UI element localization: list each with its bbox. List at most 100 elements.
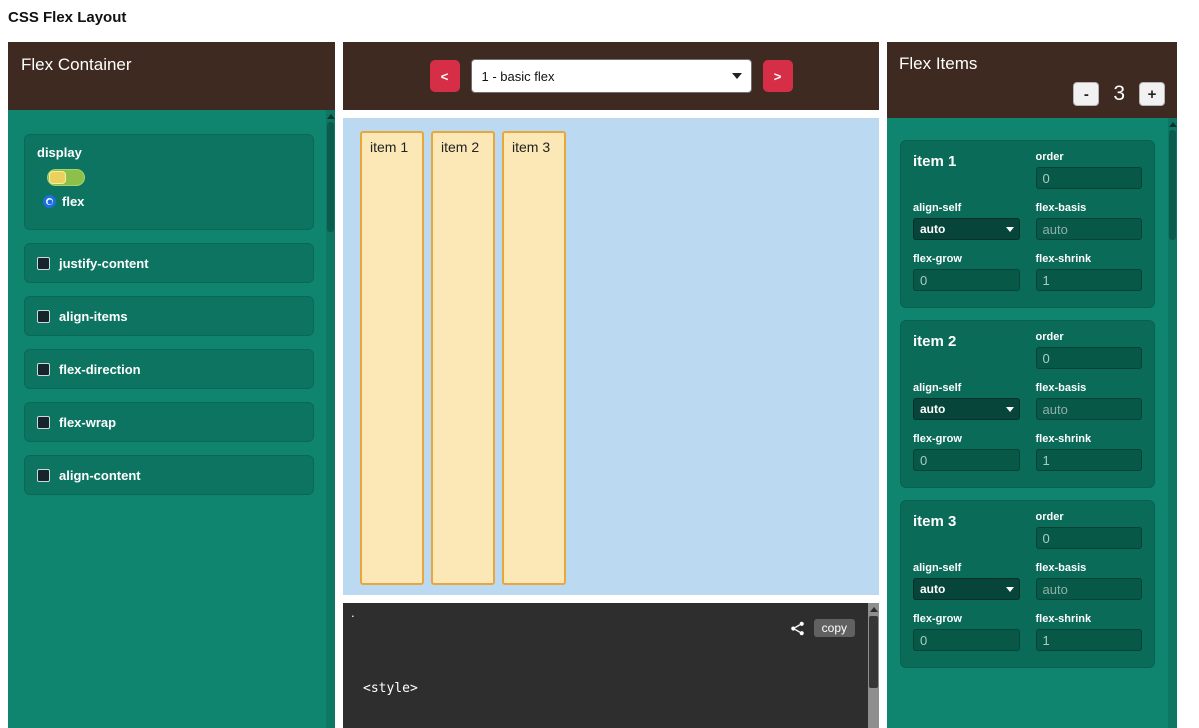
justify-content-checkbox[interactable] bbox=[37, 257, 50, 270]
remove-item-button[interactable]: - bbox=[1073, 82, 1099, 106]
flex-items-body: item 1 order align-self auto flex-basis bbox=[887, 118, 1177, 728]
demo-item-2: item 2 bbox=[431, 131, 495, 585]
page-title: CSS Flex Layout bbox=[8, 9, 126, 26]
justify-content-label: justify-content bbox=[59, 256, 149, 271]
code-scrollbar[interactable] bbox=[868, 603, 879, 728]
flex-wrap-checkbox[interactable] bbox=[37, 416, 50, 429]
flex-container-scrollbar[interactable] bbox=[326, 110, 335, 728]
demo-item-3: item 3 bbox=[502, 131, 566, 585]
share-icon[interactable] bbox=[790, 621, 805, 636]
flex-shrink-input[interactable] bbox=[1036, 629, 1143, 651]
order-input[interactable] bbox=[1036, 347, 1143, 369]
flex-grow-field: flex-grow bbox=[913, 433, 1020, 471]
align-self-select[interactable]: auto bbox=[913, 578, 1020, 600]
add-item-button[interactable]: + bbox=[1139, 82, 1165, 106]
flex-shrink-label: flex-shrink bbox=[1036, 253, 1143, 265]
flex-direction-label: flex-direction bbox=[59, 362, 141, 377]
example-select[interactable]: 1 - basic flex bbox=[471, 59, 752, 93]
order-field: order bbox=[1036, 331, 1143, 369]
scroll-up-icon[interactable] bbox=[1169, 122, 1177, 127]
display-toggle[interactable] bbox=[47, 169, 85, 186]
order-input[interactable] bbox=[1036, 167, 1143, 189]
item-count-controls: - 3 + bbox=[1073, 82, 1165, 106]
section-flex-direction[interactable]: flex-direction bbox=[24, 349, 314, 389]
example-select-wrap: 1 - basic flex bbox=[471, 59, 752, 93]
flex-items-header: Flex Items - 3 + bbox=[887, 42, 1177, 118]
flex-basis-label: flex-basis bbox=[1036, 562, 1143, 574]
align-self-label: align-self bbox=[913, 202, 1020, 214]
flex-basis-input[interactable] bbox=[1036, 218, 1143, 240]
flex-shrink-input[interactable] bbox=[1036, 449, 1143, 471]
order-label: order bbox=[1036, 151, 1143, 163]
section-align-content[interactable]: align-content bbox=[24, 455, 314, 495]
order-input[interactable] bbox=[1036, 527, 1143, 549]
flex-radio-row[interactable]: flex bbox=[43, 194, 301, 209]
flex-shrink-field: flex-shrink bbox=[1036, 253, 1143, 291]
section-align-items[interactable]: align-items bbox=[24, 296, 314, 336]
flex-basis-input[interactable] bbox=[1036, 578, 1143, 600]
scroll-up-icon[interactable] bbox=[870, 607, 878, 612]
flex-wrap-label: flex-wrap bbox=[59, 415, 116, 430]
scrollbar-thumb[interactable] bbox=[1169, 130, 1176, 240]
flex-container-body: display flex justify-content align-items… bbox=[8, 110, 335, 728]
flex-radio[interactable] bbox=[43, 195, 56, 208]
flex-direction-checkbox[interactable] bbox=[37, 363, 50, 376]
align-items-checkbox[interactable] bbox=[37, 310, 50, 323]
flex-shrink-field: flex-shrink bbox=[1036, 433, 1143, 471]
prev-example-button[interactable]: < bbox=[430, 60, 460, 92]
align-self-field: align-self auto bbox=[913, 202, 1020, 240]
order-label: order bbox=[1036, 331, 1143, 343]
item-count: 3 bbox=[1113, 82, 1125, 106]
order-label: order bbox=[1036, 511, 1143, 523]
align-content-label: align-content bbox=[59, 468, 141, 483]
order-field: order bbox=[1036, 151, 1143, 189]
code-line: <style> bbox=[363, 679, 879, 698]
flex-basis-field: flex-basis bbox=[1036, 562, 1143, 600]
flex-container-panel: Flex Container display flex justify-cont… bbox=[8, 42, 335, 728]
example-nav-bar: < 1 - basic flex > bbox=[343, 42, 879, 110]
code-cursor-dot: . bbox=[351, 605, 355, 620]
section-flex-wrap[interactable]: flex-wrap bbox=[24, 402, 314, 442]
scrollbar-thumb[interactable] bbox=[869, 616, 878, 688]
align-content-checkbox[interactable] bbox=[37, 469, 50, 482]
scrollbar-thumb[interactable] bbox=[327, 122, 334, 232]
align-self-field: align-self auto bbox=[913, 562, 1020, 600]
display-section: display flex bbox=[24, 134, 314, 230]
flex-demo-container: item 1 item 2 item 3 bbox=[343, 118, 879, 595]
flex-container-header: Flex Container bbox=[8, 42, 335, 110]
flex-shrink-label: flex-shrink bbox=[1036, 613, 1143, 625]
item-card-3: item 3 order align-self auto flex-basis bbox=[900, 500, 1155, 668]
preview-panel: < 1 - basic flex > item 1 item 2 item 3 … bbox=[343, 42, 879, 728]
copy-button[interactable]: copy bbox=[814, 619, 855, 637]
flex-radio-label: flex bbox=[62, 194, 84, 209]
align-self-select[interactable]: auto bbox=[913, 218, 1020, 240]
section-justify-content[interactable]: justify-content bbox=[24, 243, 314, 283]
flex-shrink-label: flex-shrink bbox=[1036, 433, 1143, 445]
flex-shrink-input[interactable] bbox=[1036, 269, 1143, 291]
item-card-2: item 2 order align-self auto flex-basis bbox=[900, 320, 1155, 488]
flex-items-panel: Flex Items - 3 + item 1 order align-self… bbox=[887, 42, 1177, 728]
flex-grow-label: flex-grow bbox=[913, 253, 1020, 265]
flex-grow-field: flex-grow bbox=[913, 253, 1020, 291]
flex-items-title: Flex Items bbox=[899, 54, 977, 73]
flex-basis-input[interactable] bbox=[1036, 398, 1143, 420]
flex-grow-label: flex-grow bbox=[913, 613, 1020, 625]
align-self-label: align-self bbox=[913, 562, 1020, 574]
flex-grow-input[interactable] bbox=[913, 629, 1020, 651]
flex-basis-field: flex-basis bbox=[1036, 382, 1143, 420]
display-label: display bbox=[37, 145, 301, 160]
flex-basis-label: flex-basis bbox=[1036, 382, 1143, 394]
scroll-up-icon[interactable] bbox=[327, 114, 335, 119]
flex-basis-label: flex-basis bbox=[1036, 202, 1143, 214]
flex-grow-input[interactable] bbox=[913, 269, 1020, 291]
item-card-title: item 3 bbox=[913, 513, 1020, 530]
code-panel: . copy <style> .flex-container { display… bbox=[343, 603, 879, 728]
flex-items-scrollbar[interactable] bbox=[1168, 118, 1177, 728]
order-field: order bbox=[1036, 511, 1143, 549]
item-card-1: item 1 order align-self auto flex-basis bbox=[900, 140, 1155, 308]
flex-basis-field: flex-basis bbox=[1036, 202, 1143, 240]
flex-grow-input[interactable] bbox=[913, 449, 1020, 471]
code-controls: copy bbox=[790, 619, 855, 637]
align-self-select[interactable]: auto bbox=[913, 398, 1020, 420]
next-example-button[interactable]: > bbox=[763, 60, 793, 92]
